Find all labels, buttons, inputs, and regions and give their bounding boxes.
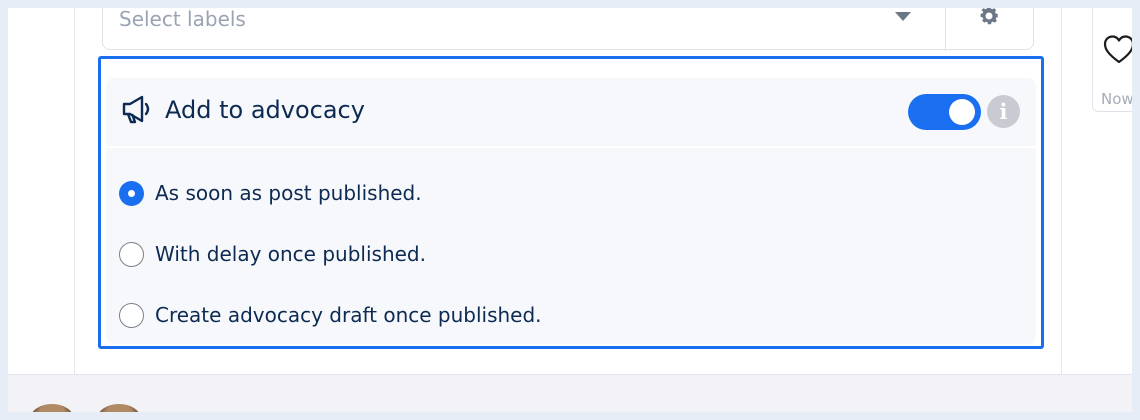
- card-timestamp: Now: [1101, 90, 1132, 108]
- megaphone-icon: [122, 95, 150, 124]
- option-as-soon-as-published[interactable]: As soon as post published.: [119, 178, 719, 208]
- option-create-draft[interactable]: Create advocacy draft once published.: [119, 300, 719, 330]
- labels-settings-button[interactable]: [969, 8, 1009, 31]
- radio-as-soon-as-published[interactable]: [119, 180, 144, 206]
- preview-card[interactable]: Now: [1092, 8, 1132, 112]
- option-label: As soon as post published.: [155, 181, 422, 205]
- info-icon[interactable]: i: [987, 95, 1020, 128]
- toggle-knob: [949, 99, 975, 125]
- advocacy-title: Add to advocacy: [165, 96, 365, 124]
- select-divider: [945, 8, 946, 51]
- caret-down-icon[interactable]: [895, 12, 911, 21]
- option-label: With delay once published.: [155, 242, 426, 266]
- gear-icon: [980, 8, 999, 25]
- labels-select[interactable]: Select labels: [102, 8, 1034, 51]
- radio-with-delay[interactable]: [119, 241, 144, 267]
- labels-placeholder: Select labels: [119, 8, 246, 31]
- advocacy-section: Add to advocacy i As soon as post publis…: [98, 56, 1044, 349]
- option-label: Create advocacy draft once published.: [155, 303, 542, 327]
- advocacy-card: Add to advocacy i As soon as post publis…: [106, 78, 1036, 344]
- option-with-delay[interactable]: With delay once published.: [119, 239, 719, 269]
- composer-frame: Select labels Add to advocacy i As soon …: [8, 8, 1132, 412]
- header-divider: [106, 146, 1036, 148]
- advocacy-toggle[interactable]: [908, 94, 981, 130]
- radio-create-draft[interactable]: [119, 302, 144, 328]
- bottom-bar: [8, 374, 1132, 412]
- heart-icon[interactable]: [1102, 33, 1132, 67]
